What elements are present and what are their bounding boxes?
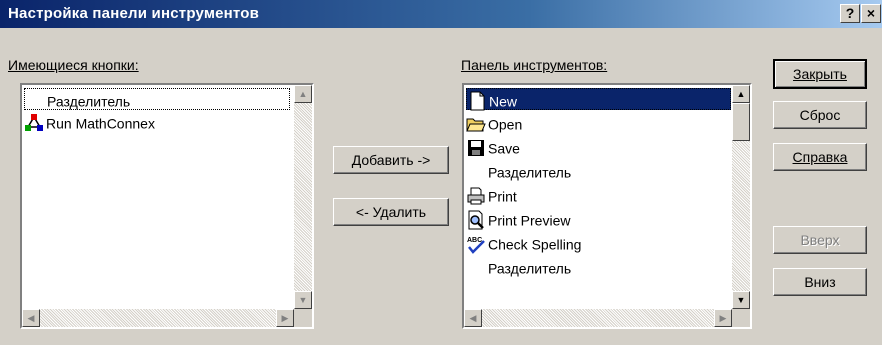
scroll-thumb[interactable] <box>732 103 750 141</box>
add-button-label: Добавить -> <box>351 152 431 168</box>
available-buttons-listbox[interactable]: Разделитель Run MathConnex ▲ ▼ ◀ ▶ <box>20 83 314 329</box>
add-button[interactable]: Добавить -> <box>333 146 449 174</box>
remove-button[interactable]: <- Удалить <box>333 198 449 226</box>
available-buttons-label: Имеющиеся кнопки: <box>8 57 139 73</box>
scroll-down-icon[interactable]: ▼ <box>294 291 312 309</box>
list-item[interactable]: Save <box>466 136 520 158</box>
close-button-label: Закрыть <box>793 66 847 82</box>
window-title: Настройка панели инструментов <box>8 5 260 22</box>
scroll-right-icon[interactable]: ▶ <box>276 309 294 327</box>
move-up-button-label: Вверх <box>800 232 840 248</box>
print-preview-icon <box>466 210 486 230</box>
list-item[interactable]: Разделитель <box>24 88 290 110</box>
open-folder-icon <box>466 114 486 134</box>
vertical-scrollbar[interactable]: ▲ ▼ <box>732 85 750 309</box>
list-item-label: Run MathConnex <box>46 115 155 132</box>
scroll-up-icon[interactable]: ▲ <box>732 85 750 103</box>
printer-icon <box>466 186 486 206</box>
list-item-label: Save <box>488 140 520 157</box>
list-item[interactable]: ABC Check Spelling <box>466 232 582 255</box>
horizontal-scrollbar[interactable]: ◀ ▶ <box>464 309 732 327</box>
list-item[interactable]: New <box>466 88 731 111</box>
scroll-left-icon[interactable]: ◀ <box>22 309 40 327</box>
list-item[interactable]: Print <box>466 184 517 206</box>
scroll-up-icon[interactable]: ▲ <box>294 85 312 103</box>
list-item-label: Разделитель <box>488 260 572 277</box>
reset-button-label: Сброс <box>799 107 841 123</box>
scroll-left-icon[interactable]: ◀ <box>464 309 482 327</box>
spell-check-icon: ABC <box>466 234 486 255</box>
vertical-scrollbar[interactable]: ▲ ▼ <box>294 85 312 309</box>
list-item[interactable]: Разделитель <box>466 160 571 182</box>
available-buttons-label-text: Имеющиеся кнопки: <box>8 57 139 73</box>
list-item[interactable]: Print Preview <box>466 208 570 230</box>
move-up-button[interactable]: Вверх <box>773 226 867 254</box>
list-item[interactable]: Open <box>466 112 522 134</box>
list-item-label: Print <box>488 188 517 205</box>
scroll-right-icon[interactable]: ▶ <box>714 309 732 327</box>
list-item-label: Разделитель <box>47 93 131 110</box>
svg-text:ABC: ABC <box>467 237 482 244</box>
close-title-button[interactable]: × <box>861 4 881 23</box>
title-bar: Настройка панели инструментов ? × <box>0 0 882 28</box>
help-button-label: Справка <box>792 149 848 165</box>
help-button[interactable]: Справка <box>773 143 867 171</box>
mathconnex-icon <box>24 113 44 133</box>
toolbar-label: Панель инструментов: <box>461 57 607 73</box>
scroll-down-icon[interactable]: ▼ <box>732 291 750 309</box>
new-document-icon <box>467 91 487 111</box>
list-item-label: Open <box>488 116 523 133</box>
floppy-disk-icon <box>466 138 486 158</box>
scroll-corner <box>294 309 312 327</box>
list-item-label: Check Spelling <box>488 236 582 253</box>
close-button[interactable]: Закрыть <box>773 59 867 89</box>
move-down-button-label: Вниз <box>804 274 836 290</box>
reset-button[interactable]: Сброс <box>773 101 867 129</box>
list-item-label: Разделитель <box>488 164 572 181</box>
move-down-button[interactable]: Вниз <box>773 268 867 296</box>
toolbar-label-text: Панель инструментов: <box>461 57 608 73</box>
list-item[interactable]: Разделитель <box>466 256 571 278</box>
toolbar-listbox[interactable]: New Open Save Разделитель Print Print Pr… <box>462 83 752 329</box>
list-item-label: New <box>489 93 518 110</box>
help-title-button[interactable]: ? <box>840 4 860 23</box>
scroll-corner <box>732 309 750 327</box>
horizontal-scrollbar[interactable]: ◀ ▶ <box>22 309 294 327</box>
list-item[interactable]: Run MathConnex <box>24 111 155 133</box>
remove-button-label: <- Удалить <box>355 204 427 220</box>
list-item-label: Print Preview <box>488 212 571 229</box>
